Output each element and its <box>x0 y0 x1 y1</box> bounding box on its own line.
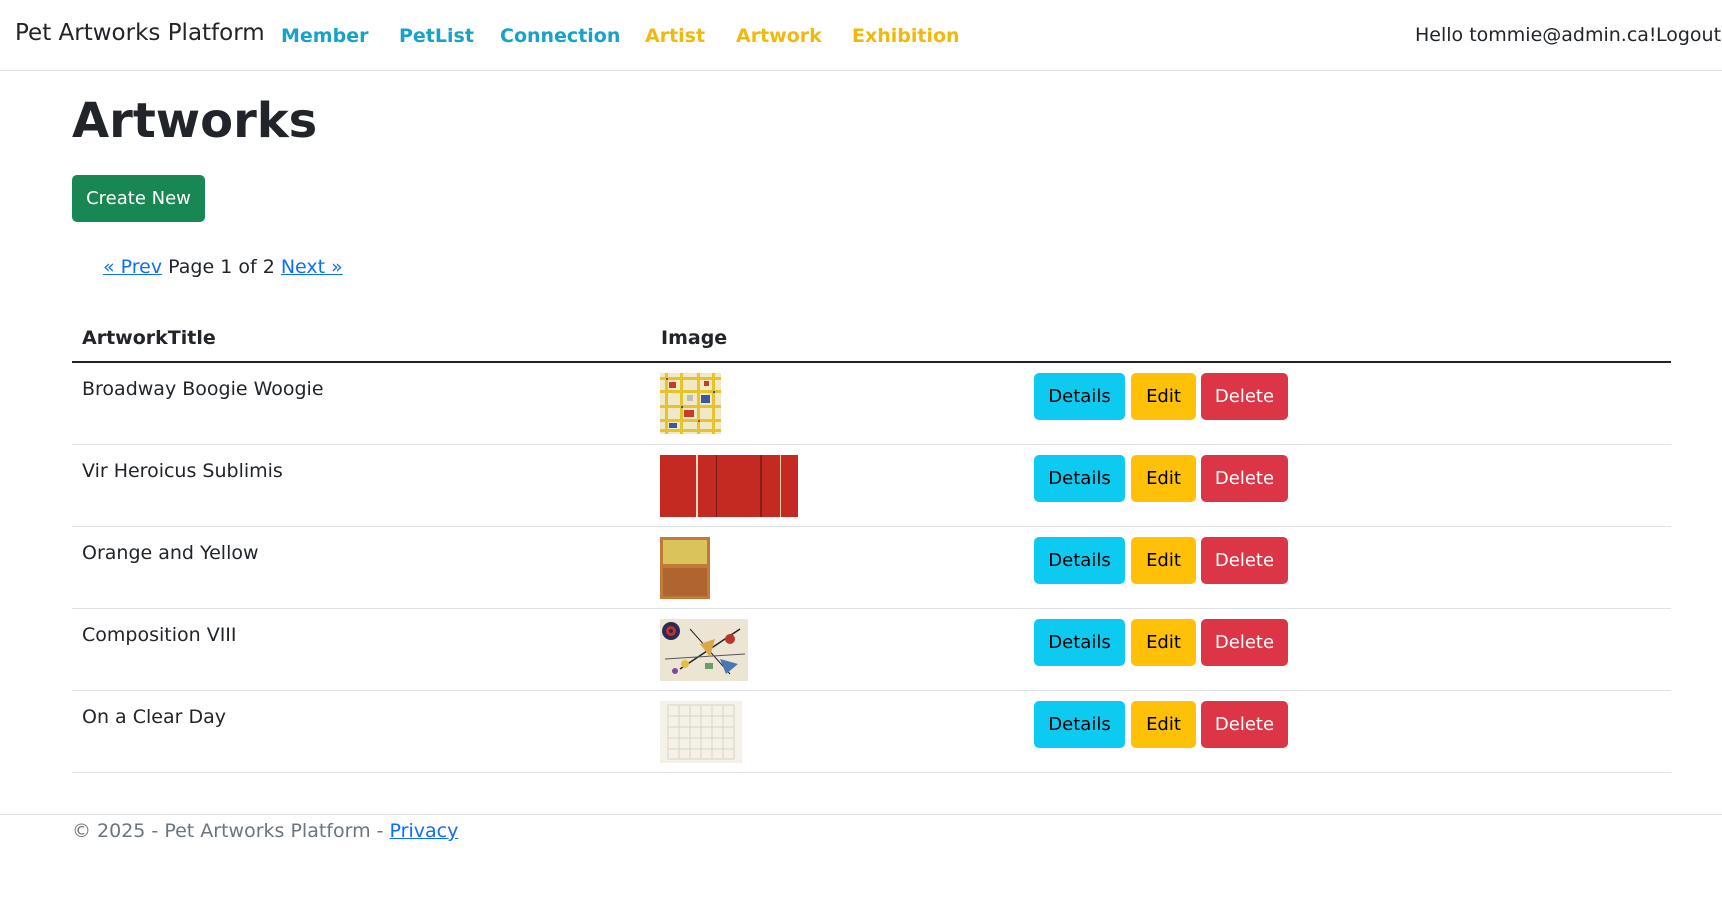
artwork-title: Vir Heroicus Sublimis <box>82 460 283 482</box>
edit-button[interactable]: Edit <box>1131 537 1196 584</box>
next-page-link[interactable]: Next » <box>281 256 343 278</box>
edit-button[interactable]: Edit <box>1131 619 1196 666</box>
table-row: Orange and Yellow Details Edit Delete <box>72 527 1671 609</box>
delete-button[interactable]: Delete <box>1201 537 1288 584</box>
user-greeting[interactable]: Hello tommie@admin.ca! <box>1415 24 1657 46</box>
column-header-image: Image <box>661 327 728 349</box>
edit-button[interactable]: Edit <box>1131 455 1196 502</box>
pagination: « Prev Page 1 of 2 Next » <box>103 256 343 278</box>
nav-link-petlist[interactable]: PetList <box>399 25 474 47</box>
delete-button[interactable]: Delete <box>1201 701 1288 748</box>
table-row: Composition VIII Details Edit Delete <box>72 609 1671 691</box>
brand-link[interactable]: Pet Artworks Platform <box>15 20 265 46</box>
details-button[interactable]: Details <box>1034 619 1125 666</box>
table-row: On a Clear Day Details Edit Delete <box>72 691 1671 773</box>
nav-link-artwork[interactable]: Artwork <box>736 25 822 47</box>
details-button[interactable]: Details <box>1034 373 1125 420</box>
copyright-text: © 2025 - Pet Artworks Platform - <box>72 820 390 842</box>
top-navbar: Pet Artworks Platform Member PetList Con… <box>0 0 1722 71</box>
details-button[interactable]: Details <box>1034 537 1125 584</box>
page-status: Page 1 of 2 <box>168 256 275 278</box>
edit-button[interactable]: Edit <box>1131 701 1196 748</box>
artwork-image[interactable] <box>660 373 721 434</box>
details-button[interactable]: Details <box>1034 701 1125 748</box>
column-header-artwork-title: ArtworkTitle <box>82 327 216 349</box>
create-new-button[interactable]: Create New <box>72 175 205 222</box>
nav-link-connection[interactable]: Connection <box>500 25 620 47</box>
details-button[interactable]: Details <box>1034 455 1125 502</box>
artwork-title: Broadway Boogie Woogie <box>82 378 324 400</box>
nav-link-artist[interactable]: Artist <box>645 25 705 47</box>
prev-page-link[interactable]: « Prev <box>103 256 162 278</box>
page-footer: © 2025 - Pet Artworks Platform - Privacy <box>0 814 1722 918</box>
page-title: Artworks <box>72 93 318 149</box>
artwork-title: Composition VIII <box>82 624 237 646</box>
artwork-image[interactable] <box>660 455 798 517</box>
delete-button[interactable]: Delete <box>1201 455 1288 502</box>
artwork-image[interactable] <box>660 701 742 763</box>
artwork-title: On a Clear Day <box>82 706 226 728</box>
artwork-title: Orange and Yellow <box>82 542 259 564</box>
nav-link-exhibition[interactable]: Exhibition <box>852 25 960 47</box>
table-row: Vir Heroicus Sublimis Details Edit Delet… <box>72 445 1671 527</box>
artwork-image[interactable] <box>660 537 710 599</box>
table-row: Broadway Boogie Woogie Details Edit Dele… <box>72 363 1671 445</box>
edit-button[interactable]: Edit <box>1131 373 1196 420</box>
delete-button[interactable]: Delete <box>1201 619 1288 666</box>
footer-text: © 2025 - Pet Artworks Platform - Privacy <box>72 820 458 842</box>
privacy-link[interactable]: Privacy <box>390 820 459 842</box>
nav-link-member[interactable]: Member <box>281 25 368 47</box>
artwork-image[interactable] <box>660 619 748 681</box>
delete-button[interactable]: Delete <box>1201 373 1288 420</box>
logout-button[interactable]: Logout <box>1656 24 1721 46</box>
